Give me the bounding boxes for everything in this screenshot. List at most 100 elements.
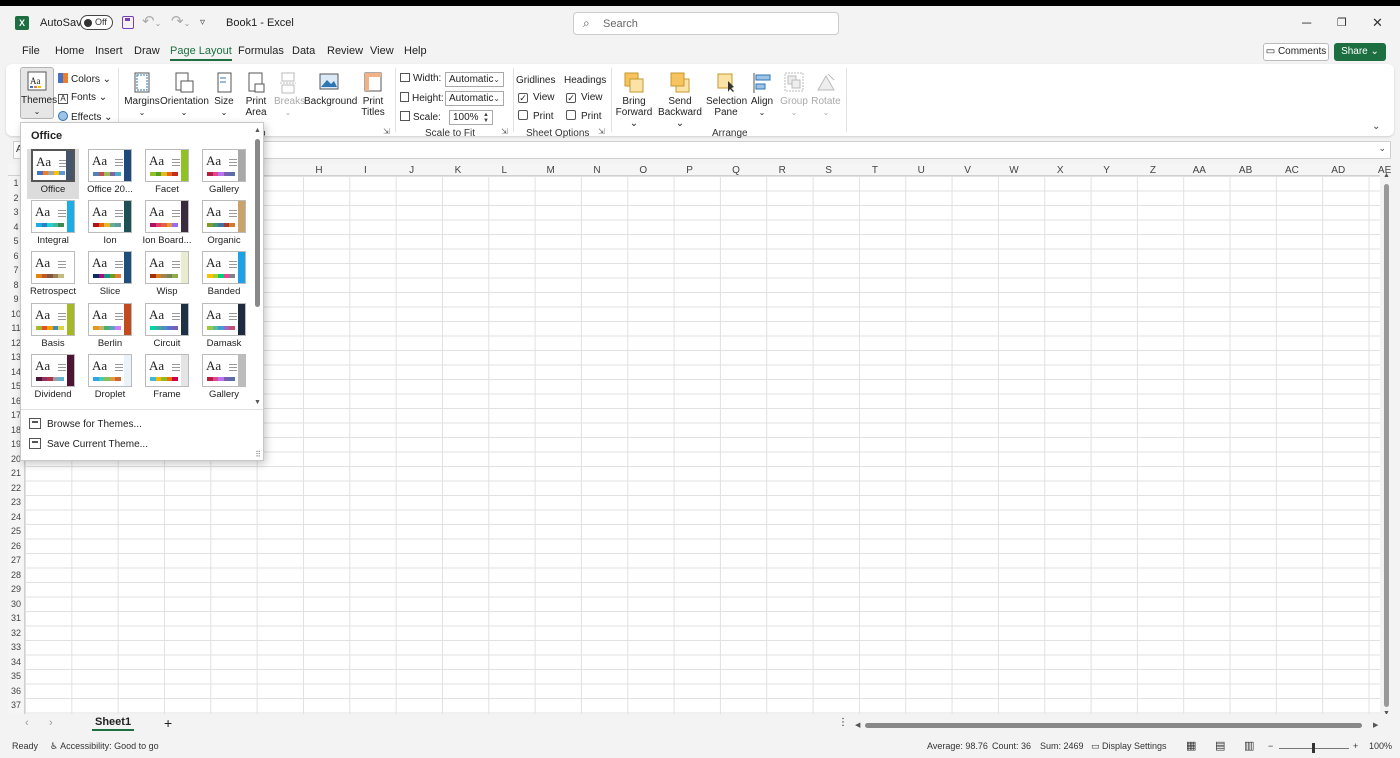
gridlines-view-checkbox[interactable]: ✓ View [518, 92, 555, 103]
size-button[interactable]: Size ⌄ [211, 72, 237, 118]
scroll-down-icon[interactable]: ▼ [254, 399, 261, 406]
theme-option[interactable]: Aa Basis [27, 303, 79, 353]
print-titles-button[interactable]: Print Titles [358, 72, 388, 118]
row-header-cell[interactable]: 36 [8, 686, 24, 696]
themes-button[interactable]: Aa Themes ⌄ [20, 67, 57, 119]
redo-icon[interactable]: ↷⌄ [171, 12, 190, 30]
tab-page-layout[interactable]: Page Layout [170, 45, 232, 61]
align-button[interactable]: Align ⌄ [748, 72, 776, 118]
column-header-cell[interactable]: AD [1323, 165, 1353, 176]
theme-option[interactable]: Aa Office [27, 149, 79, 199]
theme-option[interactable]: Aa Facet [141, 149, 193, 199]
print-area-button[interactable]: PrintArea ⌄ [240, 72, 272, 129]
row-header-cell[interactable]: 28 [8, 570, 24, 580]
row-header-cell[interactable]: 25 [8, 526, 24, 536]
height-select[interactable]: Automatic ⌄ [445, 91, 504, 106]
resize-grip-icon[interactable]: ⠿ [255, 450, 261, 459]
row-header-cell[interactable]: 24 [8, 512, 24, 522]
row-header-cell[interactable]: 23 [8, 497, 24, 507]
gridlines-print-checkbox[interactable]: Print [518, 110, 554, 122]
column-header-cell[interactable]: Z [1138, 165, 1168, 176]
save-current-theme-item[interactable]: Save Current Theme... [29, 438, 249, 456]
add-sheet-button[interactable]: + [164, 715, 172, 731]
theme-option[interactable]: Aa Gallery [198, 354, 250, 404]
rotate-button[interactable]: Rotate ⌄ [811, 72, 841, 118]
column-header-cell[interactable]: K [443, 165, 473, 176]
column-header-cell[interactable]: I [350, 165, 380, 176]
row-header-cell[interactable]: 27 [8, 555, 24, 565]
column-header-cell[interactable]: H [304, 165, 334, 176]
normal-view-icon[interactable]: ▦ [1186, 739, 1196, 752]
send-backward-button[interactable]: Send Backward ⌄ [657, 72, 703, 129]
comments-button[interactable]: ▭ Comments [1263, 43, 1329, 61]
prev-sheet-icon[interactable]: ‹ [25, 717, 29, 729]
column-header-cell[interactable]: T [860, 165, 890, 176]
scale-spinner[interactable]: 100% ▲ ▼ [449, 110, 493, 125]
column-header-cell[interactable]: L [489, 165, 519, 176]
scrollbar-thumb[interactable] [255, 139, 260, 307]
theme-option[interactable]: Aa Wisp [141, 251, 193, 301]
tab-help[interactable]: Help [404, 45, 427, 57]
theme-option[interactable]: Aa Dividend [27, 354, 79, 404]
row-header-cell[interactable]: 31 [8, 613, 24, 623]
column-header-cell[interactable]: AA [1184, 165, 1214, 176]
page-setup-launcher-icon[interactable]: ⇲ [383, 127, 390, 136]
tab-data[interactable]: Data [292, 45, 315, 57]
vertical-scrollbar[interactable]: ▲ ▼ [1381, 172, 1393, 719]
theme-option[interactable]: Aa Damask [198, 303, 250, 353]
headings-view-checkbox[interactable]: ✓ View [566, 92, 603, 103]
next-sheet-icon[interactable]: › [49, 717, 53, 729]
column-header-cell[interactable]: N [582, 165, 612, 176]
column-header-cell[interactable]: M [536, 165, 566, 176]
column-header-cell[interactable]: J [397, 165, 427, 176]
tab-formulas[interactable]: Formulas [238, 45, 284, 57]
row-header-cell[interactable]: 22 [8, 483, 24, 493]
fonts-button[interactable]: A Fonts ⌄ [58, 92, 107, 104]
column-header-cell[interactable]: Q [721, 165, 751, 176]
autosave-toggle[interactable]: Off [80, 15, 113, 30]
scroll-up-icon[interactable]: ▲ [1383, 172, 1390, 179]
theme-option[interactable]: Aa Integral [27, 200, 79, 250]
theme-option[interactable]: Aa Ion Board... [141, 200, 193, 250]
save-icon[interactable] [122, 16, 134, 29]
theme-option[interactable]: Aa Retrospect [27, 251, 79, 301]
scrollbar-thumb[interactable] [865, 723, 1362, 728]
page-break-preview-icon[interactable]: ▥ [1244, 739, 1254, 752]
row-header-cell[interactable]: 30 [8, 599, 24, 609]
tab-draw[interactable]: Draw [134, 45, 160, 57]
column-header-cell[interactable]: AB [1231, 165, 1261, 176]
customize-qat-icon[interactable]: ▿ [200, 17, 205, 28]
tab-insert[interactable]: Insert [95, 45, 123, 57]
page-layout-view-icon[interactable]: ▤ [1215, 739, 1225, 752]
headings-print-checkbox[interactable]: Print [566, 110, 602, 122]
expand-formula-bar-icon[interactable]: ⌄ [1378, 143, 1386, 154]
tab-view[interactable]: View [370, 45, 394, 57]
search-box[interactable]: ⌕ Search [573, 12, 839, 35]
row-header-cell[interactable]: 35 [8, 671, 24, 681]
chevron-down-icon[interactable]: ⌄ [184, 19, 191, 28]
scroll-up-icon[interactable]: ▲ [254, 127, 261, 134]
sheet-options-launcher-icon[interactable]: ⇲ [598, 127, 605, 136]
column-header-cell[interactable]: P [675, 165, 705, 176]
column-header-cell[interactable]: V [953, 165, 983, 176]
theme-option[interactable]: Aa Droplet [84, 354, 136, 404]
theme-option[interactable]: Aa Circuit [141, 303, 193, 353]
themes-scrollbar[interactable]: ▲ ▼ [253, 127, 263, 409]
column-header-cell[interactable]: R [767, 165, 797, 176]
theme-option[interactable]: Aa Berlin [84, 303, 136, 353]
colors-button[interactable]: Colors ⌄ [58, 73, 111, 85]
width-select[interactable]: Automatic ⌄ [445, 72, 504, 87]
breaks-button[interactable]: Breaks ⌄ [274, 72, 305, 118]
collapse-ribbon-icon[interactable]: ⌄ [1372, 121, 1380, 132]
column-header-cell[interactable]: O [628, 165, 658, 176]
theme-option[interactable]: Aa Banded [198, 251, 250, 301]
selection-pane-button[interactable]: Selection Pane [706, 72, 747, 118]
row-header-cell[interactable]: 34 [8, 657, 24, 667]
row-header-cell[interactable]: 29 [8, 584, 24, 594]
restore-icon[interactable]: ❐ [1337, 16, 1347, 29]
scrollbar-thumb[interactable] [1384, 184, 1389, 707]
browse-for-themes-item[interactable]: Browse for Themes... [29, 418, 249, 436]
tab-home[interactable]: Home [55, 45, 84, 57]
column-header-cell[interactable]: W [999, 165, 1029, 176]
zoom-out-button[interactable]: − [1268, 741, 1273, 751]
